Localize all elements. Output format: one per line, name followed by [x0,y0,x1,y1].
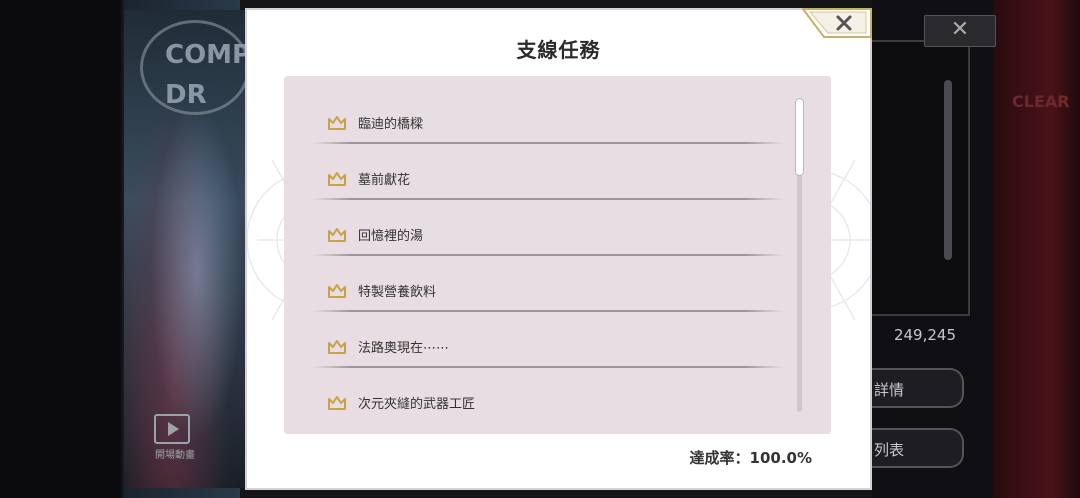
crown-icon [328,116,346,130]
quest-list-panel[interactable]: 臨迪的橋樑 墓前獻花 回憶裡的湯 特製營養飲料 法路奧現在⋯⋯ 次元夾縫的武器工… [284,76,831,434]
completion-rate: 達成率：100.0% [690,447,813,468]
quest-label: 法路奧現在⋯⋯ [358,341,450,356]
score-value: 249,245 [893,326,956,344]
crown-icon [328,172,346,186]
completion-label: 達成率： [689,449,750,467]
quest-label: 墓前獻花 [358,173,411,188]
background-scrollbar [944,80,952,260]
divider [314,310,782,312]
crown-icon [328,340,346,354]
quest-label: 次元夾縫的武器工匠 [358,397,476,412]
opening-video-label: 開場動畫 [155,450,195,461]
side-quest-dialog: 支線任務 臨迪的橋樑 墓前獻花 回憶裡的湯 特製營養飲料 法路奧現在⋯⋯ 次元夾… [245,8,872,490]
quest-item[interactable]: 法路奧現在⋯⋯ [284,318,784,374]
divider [314,254,782,256]
close-button[interactable] [802,8,872,38]
divider [314,198,782,200]
close-icon [802,8,872,38]
quest-item[interactable]: 臨迪的橋樑 [284,94,784,150]
crown-icon [328,396,346,410]
quest-label: 臨迪的橋樑 [358,117,424,132]
background-panel [872,40,970,316]
details-button[interactable]: 詳情 [872,368,964,408]
video-icon[interactable] [154,414,190,444]
quest-item[interactable]: 墓前獻花 [284,150,784,206]
background-close-button[interactable]: ✕ [924,15,996,47]
quest-item[interactable]: 回憶裡的湯 [284,206,784,262]
dialog-title: 支線任務 [516,38,601,62]
completion-value: 100.0% [749,449,812,467]
crown-icon [328,284,346,298]
list-button[interactable]: 列表 [872,428,964,468]
quest-label: 特製營養飲料 [358,285,437,300]
quest-label: 回憶裡的湯 [358,229,424,244]
scrollbar-thumb[interactable] [795,98,804,176]
quest-item[interactable]: 特製營養飲料 [284,262,784,318]
clear-text: CLEAR [1012,92,1070,111]
quest-list: 臨迪的橋樑 墓前獻花 回憶裡的湯 特製營養飲料 法路奧現在⋯⋯ 次元夾縫的武器工… [284,94,784,430]
game-logo: COMP DR [140,20,251,115]
quest-item[interactable]: 次元夾縫的武器工匠 [284,374,784,430]
divider [314,142,782,144]
divider [314,366,782,368]
crown-icon [328,228,346,242]
